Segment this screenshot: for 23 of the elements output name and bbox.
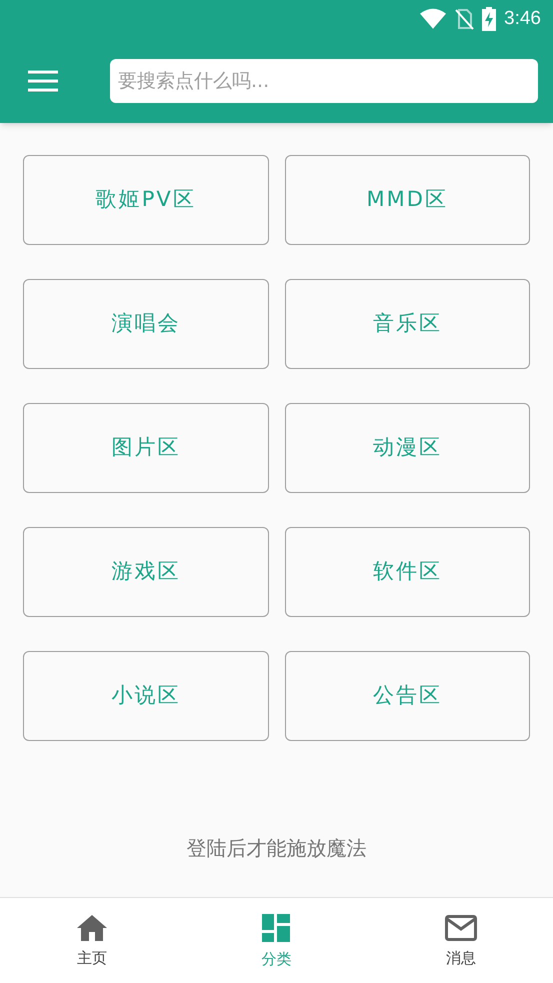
search-field[interactable]: 要搜索点什么吗...: [110, 58, 538, 102]
category-button[interactable]: 动漫区: [284, 403, 530, 493]
no-sim-icon: [454, 8, 474, 30]
category-button[interactable]: 演唱会: [23, 279, 268, 369]
category-button[interactable]: 公告区: [284, 651, 530, 741]
home-icon: [77, 915, 108, 942]
category-button[interactable]: 小说区: [23, 651, 268, 741]
category-button[interactable]: 图片区: [23, 403, 268, 493]
nav-tab[interactable]: 分类: [184, 898, 369, 983]
nav-tab[interactable]: 主页: [0, 898, 184, 983]
nav-tab[interactable]: 消息: [368, 898, 553, 983]
dashboard-icon: [262, 914, 290, 942]
category-button[interactable]: MMD区: [284, 155, 530, 245]
login-hint: 登陆后才能施放魔法: [186, 835, 366, 862]
category-button[interactable]: 软件区: [284, 527, 530, 617]
category-button[interactable]: 歌姬PV区: [23, 155, 268, 245]
category-button[interactable]: 音乐区: [284, 279, 530, 369]
category-button[interactable]: 游戏区: [23, 527, 268, 617]
wifi-icon: [420, 8, 446, 30]
mail-icon: [444, 915, 477, 942]
status-time: 3:46: [504, 6, 541, 31]
battery-charging-icon: [482, 7, 496, 31]
menu-icon[interactable]: [28, 70, 58, 92]
